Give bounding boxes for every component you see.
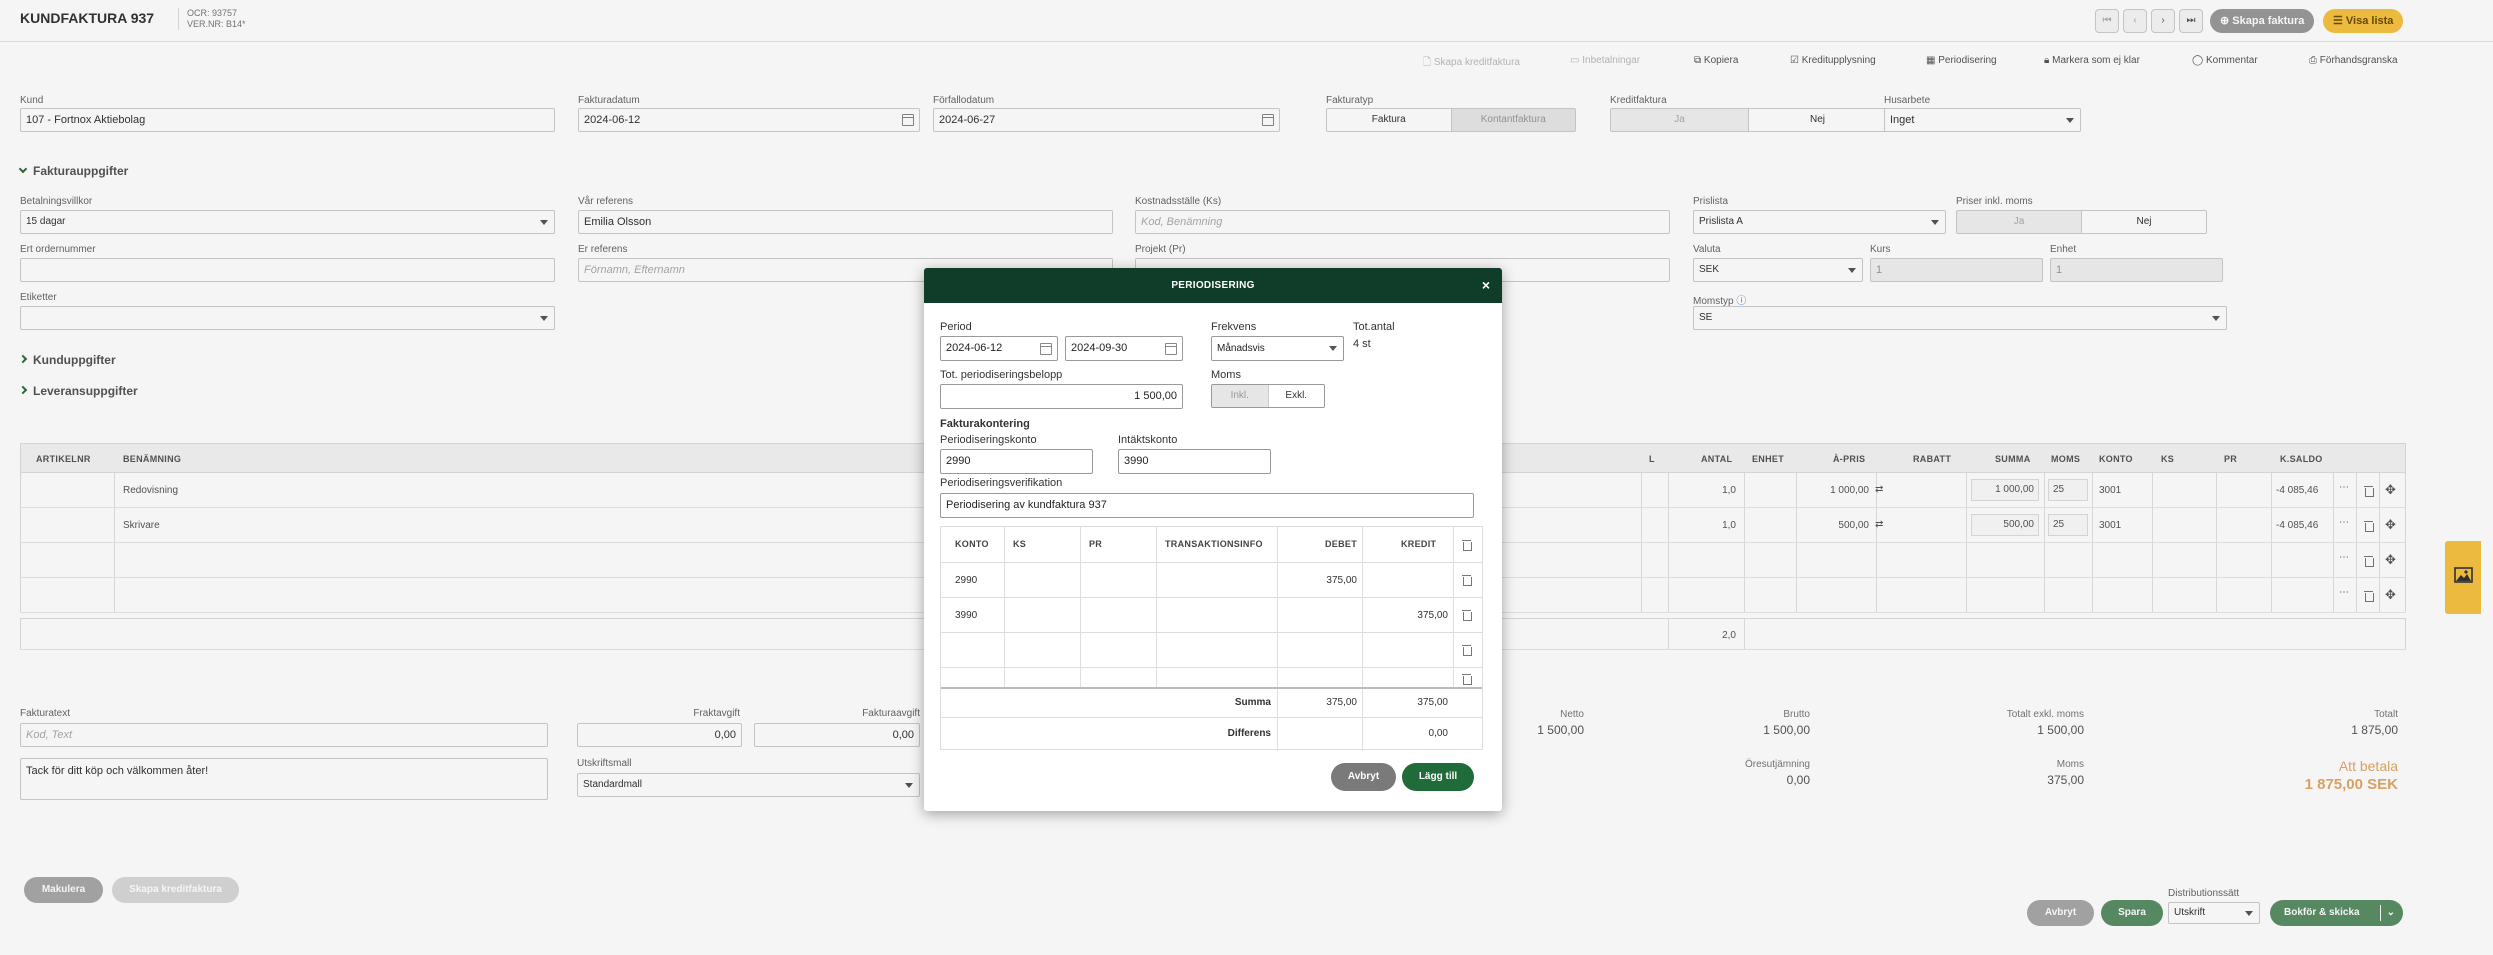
row-account[interactable]: 3990 xyxy=(955,610,977,621)
col-pr: PR xyxy=(1089,539,1103,549)
total-count-label: Tot.antal xyxy=(1353,321,1395,333)
col-credit: KREDIT xyxy=(1401,539,1437,549)
trash-icon[interactable] xyxy=(1462,644,1472,656)
trash-icon[interactable] xyxy=(1462,539,1472,551)
period-account-label: Periodiseringskonto xyxy=(940,434,1037,446)
income-account-field[interactable]: 3990 xyxy=(1118,449,1271,474)
period-account-field[interactable]: 2990 xyxy=(940,449,1093,474)
sum-label: Summa xyxy=(1234,697,1271,708)
verification-field[interactable]: Periodisering av kundfaktura 937 xyxy=(940,493,1474,518)
sum-debit: 375,00 xyxy=(1326,697,1357,708)
period-label: Period xyxy=(940,321,972,333)
dialog-add-button[interactable]: Lägg till xyxy=(1402,763,1474,791)
chevron-down-icon xyxy=(1329,346,1337,351)
col-transaction-info: TRANSAKTIONSINFO xyxy=(1165,539,1263,549)
row-account[interactable]: 2990 xyxy=(955,575,977,586)
frequency-label: Frekvens xyxy=(1211,321,1257,333)
total-count-value: 4 st xyxy=(1353,338,1371,350)
periodization-dialog: PERIODISERING × Period 2024-06-12 2024-0… xyxy=(924,268,1502,811)
calendar-icon[interactable] xyxy=(1165,343,1177,355)
sum-credit: 375,00 xyxy=(1417,697,1448,708)
calendar-icon[interactable] xyxy=(1040,343,1052,355)
frequency-select[interactable]: Månadsvis xyxy=(1211,336,1344,361)
accounting-heading: Fakturakontering xyxy=(940,418,1030,430)
difference-value: 0,00 xyxy=(1428,728,1448,739)
difference-label: Differens xyxy=(1227,728,1271,739)
col-debit: DEBET xyxy=(1325,539,1358,549)
dialog-cancel-button[interactable]: Avbryt xyxy=(1331,763,1396,791)
trash-icon[interactable] xyxy=(1462,609,1472,621)
row-credit[interactable]: 375,00 xyxy=(1364,610,1448,621)
verification-label: Periodiseringsverifikation xyxy=(940,477,1063,489)
col-account: KONTO xyxy=(955,539,989,549)
total-amount-field[interactable]: 1 500,00 xyxy=(940,384,1183,409)
dialog-title: PERIODISERING xyxy=(924,268,1502,303)
period-to-field[interactable]: 2024-09-30 xyxy=(1065,336,1183,361)
row-debit[interactable]: 375,00 xyxy=(1279,575,1357,586)
income-account-label: Intäktskonto xyxy=(1118,434,1178,446)
vat-incl-option[interactable]: Inkl. xyxy=(1212,385,1268,407)
trash-icon[interactable] xyxy=(1462,673,1472,685)
vat-label: Moms xyxy=(1211,369,1241,381)
trash-icon[interactable] xyxy=(1462,574,1472,586)
total-amount-label: Tot. periodiseringsbelopp xyxy=(940,369,1063,381)
period-from-field[interactable]: 2024-06-12 xyxy=(940,336,1058,361)
accounting-table: KONTO KS PR TRANSAKTIONSINFO DEBET KREDI… xyxy=(940,526,1483,751)
close-icon[interactable]: × xyxy=(1482,268,1490,303)
vat-toggle: Inkl. Exkl. xyxy=(1211,384,1325,408)
vat-excl-option[interactable]: Exkl. xyxy=(1267,385,1324,407)
col-ks: KS xyxy=(1013,539,1027,549)
